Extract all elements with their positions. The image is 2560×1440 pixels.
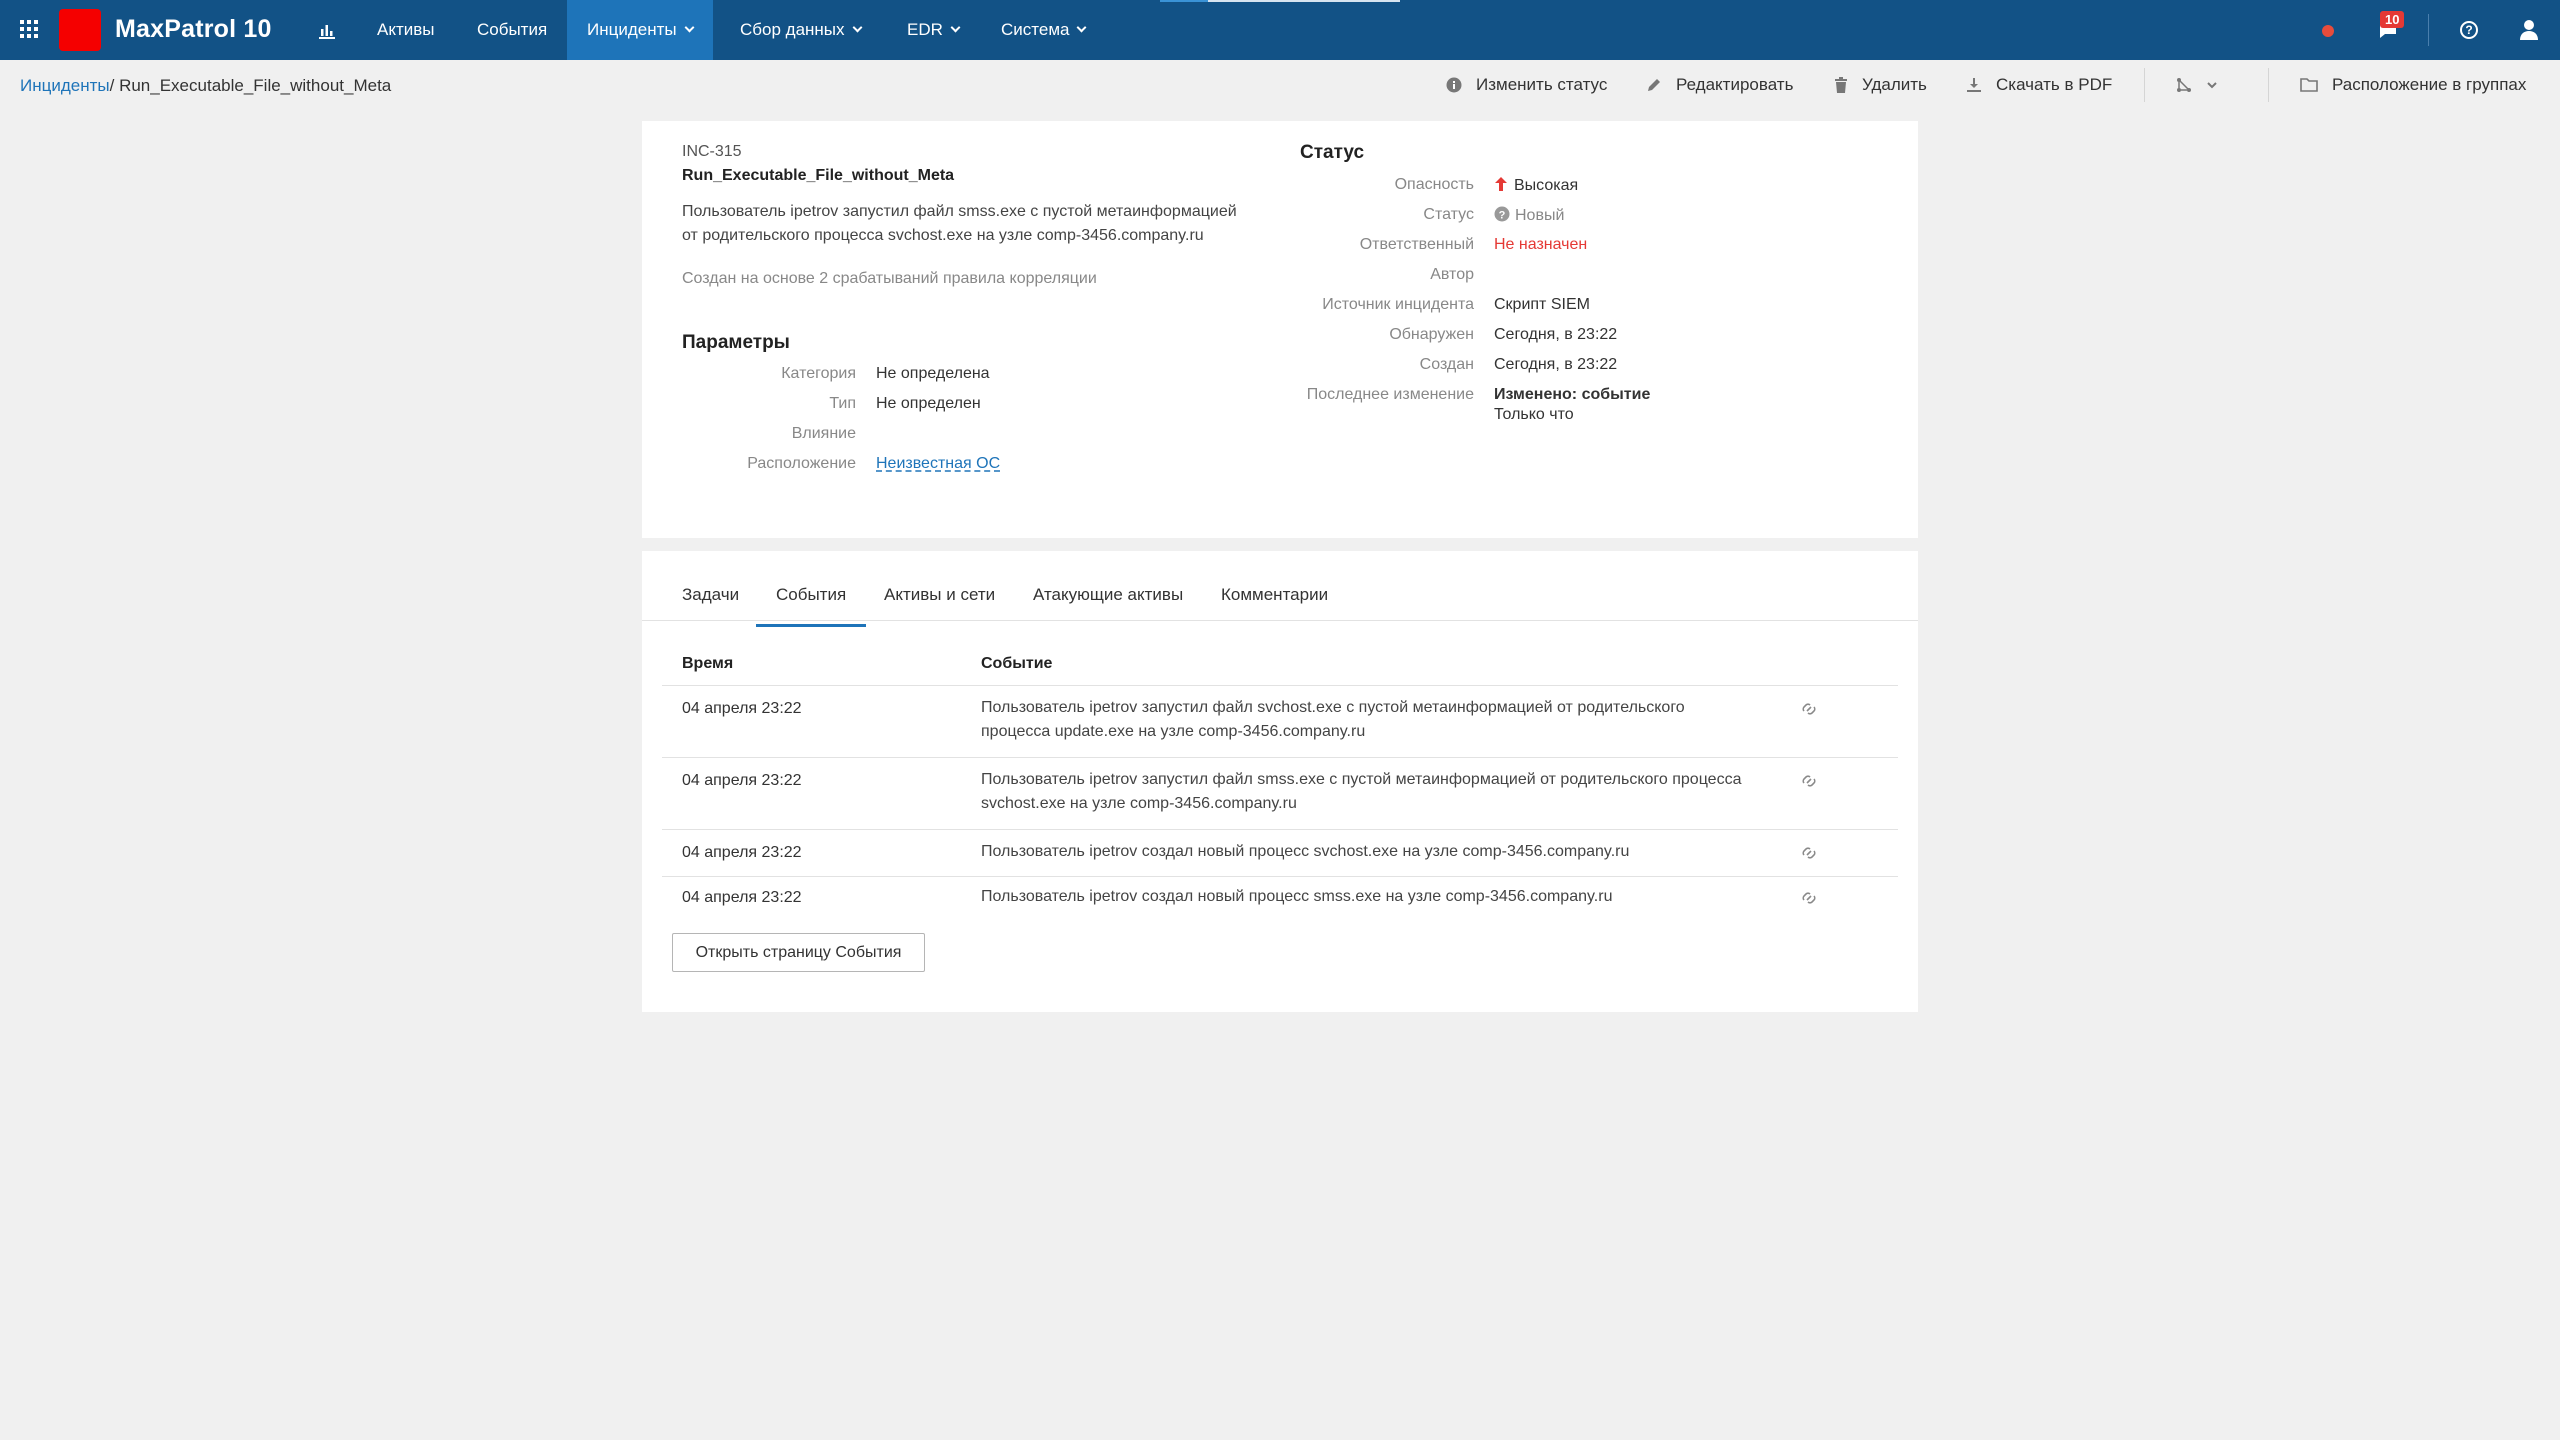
event-link-icon[interactable] [1800, 772, 1818, 790]
top-navigation: MaxPatrol 10 Активы События Инциденты Сб… [0, 0, 2560, 60]
status-created: Создан Сегодня, в 23:22 [1419, 356, 1618, 373]
actions-dropdown[interactable] [2176, 74, 2232, 96]
maxpatrol-logo[interactable] [59, 9, 101, 51]
open-events-page-button[interactable]: Открыть страницу События [672, 933, 925, 972]
nav-system[interactable]: Система [981, 0, 1105, 60]
nav-assets[interactable]: Активы [357, 0, 455, 60]
apps-menu-icon[interactable] [20, 20, 38, 38]
tabs-underline [642, 620, 1918, 621]
tab-attacking-assets[interactable]: Атакующие активы [1033, 585, 1183, 621]
loading-progress [1160, 0, 1400, 2]
chevron-down-icon [2207, 82, 2217, 89]
column-header-event[interactable]: Событие [981, 655, 1052, 673]
incident-details-panel: INC-315 Run_Executable_File_without_Meta… [642, 121, 1918, 538]
tab-tasks[interactable]: Задачи [682, 585, 739, 621]
chevron-down-icon [950, 22, 961, 33]
nav-edr[interactable]: EDR [887, 0, 979, 60]
delete-button[interactable]: Удалить [1834, 74, 1927, 96]
download-icon [1967, 78, 1981, 92]
tab-events[interactable]: События [755, 585, 867, 627]
event-link-icon[interactable] [1800, 844, 1818, 862]
user-profile-icon[interactable] [2518, 18, 2540, 42]
status-heading: Статус [1300, 142, 1365, 163]
chevron-down-icon [852, 22, 862, 33]
tab-assets-networks[interactable]: Активы и сети [884, 585, 995, 621]
nav-incidents[interactable]: Инциденты [567, 0, 713, 60]
table-row[interactable]: 04 апреля 23:22 Пользователь ipetrov соз… [662, 876, 1898, 923]
chevron-down-icon [1077, 22, 1087, 33]
status-detected: Обнаружен Сегодня, в 23:22 [1389, 326, 1618, 343]
brand-title[interactable]: MaxPatrol 10 [115, 15, 272, 44]
chevron-down-icon [684, 22, 695, 33]
status-source: Источник инцидента Скрипт SIEM [1322, 296, 1590, 313]
change-status-button[interactable]: Изменить статус [1446, 74, 1607, 96]
status-last-change: Последнее изменение Изменено: событие То… [1306, 386, 1651, 423]
dashboard-chart-icon[interactable] [318, 21, 336, 39]
nav-divider [2428, 14, 2429, 46]
table-row[interactable]: 04 апреля 23:22 Пользователь ipetrov зап… [662, 757, 1898, 829]
page-toolbar: Инциденты/ Run_Executable_File_without_M… [0, 60, 2560, 110]
table-row[interactable]: 04 апреля 23:22 Пользователь ipetrov соз… [662, 829, 1898, 876]
tab-comments[interactable]: Комментарии [1221, 585, 1328, 621]
info-icon [1446, 77, 1462, 93]
status-state: Статус ? Новый [1423, 206, 1565, 224]
event-link-icon[interactable] [1800, 889, 1818, 907]
breadcrumb: Инциденты/ Run_Executable_File_without_M… [20, 76, 392, 95]
svg-text:?: ? [1499, 210, 1506, 222]
trash-icon [1835, 77, 1847, 93]
status-severity: Опасность Высокая [1394, 176, 1579, 194]
severity-high-arrow-icon [1495, 177, 1507, 191]
recording-indicator-icon[interactable] [2322, 25, 2334, 37]
status-author: Автор [1430, 266, 1474, 283]
location-link[interactable]: Неизвестная ОС [876, 455, 1000, 473]
status-assignee: Ответственный Не назначен [1359, 236, 1588, 253]
breadcrumb-current: Run_Executable_File_without_Meta [119, 76, 392, 95]
event-link-icon[interactable] [1800, 700, 1818, 718]
column-header-time[interactable]: Время [682, 655, 733, 673]
folder-icon [2300, 78, 2318, 92]
groups-location-button[interactable]: Расположение в группах [2300, 74, 2526, 96]
nav-data-collection[interactable]: Сбор данных [720, 0, 881, 60]
nav-events[interactable]: События [457, 0, 567, 60]
notifications-badge: 10 [2380, 11, 2405, 28]
breadcrumb-incidents-link[interactable]: Инциденты [20, 76, 110, 95]
toolbar-divider [2268, 68, 2269, 102]
incident-id: INC-315 [682, 143, 742, 160]
download-pdf-button[interactable]: Скачать в PDF [1966, 74, 2112, 96]
incident-tabs-panel: Задачи События Активы и сети Атакующие а… [642, 551, 1918, 1012]
table-row[interactable]: 04 апреля 23:22 Пользователь ipetrov зап… [662, 685, 1898, 757]
workflow-icon [2177, 78, 2191, 92]
help-icon[interactable]: ? [2460, 21, 2478, 39]
param-location: Расположение Неизвестная ОС [747, 455, 1001, 472]
pencil-icon [1648, 79, 1660, 91]
toolbar-divider [2144, 68, 2145, 102]
edit-button[interactable]: Редактировать [1646, 74, 1793, 96]
status-new-icon: ? [1494, 206, 1510, 222]
